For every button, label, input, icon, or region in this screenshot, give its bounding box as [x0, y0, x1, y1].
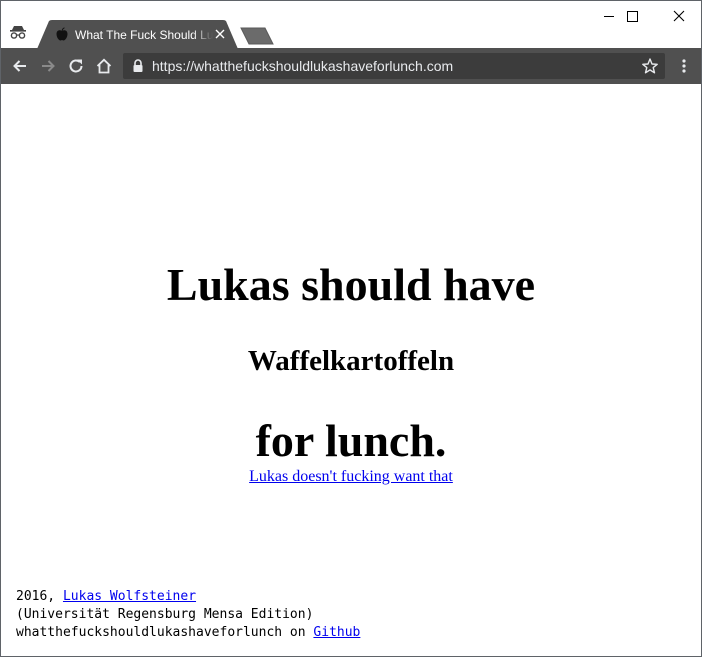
home-icon[interactable] — [95, 57, 113, 75]
maximize-icon[interactable] — [610, 1, 656, 31]
footer-credit: 2016, Lukas Wolfsteiner — [16, 588, 516, 606]
headline-suffix: for lunch. — [255, 415, 447, 466]
footer-edition: (Universität Regensburg Mensa Edition) — [16, 607, 314, 622]
tab-title: What The Fuck Should Lukas Have For Lunc… — [75, 28, 213, 42]
tab-active[interactable]: What The Fuck Should Lukas Have For Lunc… — [37, 20, 238, 49]
github-link[interactable]: Github — [313, 625, 360, 640]
reject-link-wrapper: Lukas doesn't fucking want that — [1, 468, 701, 486]
footer-year: 2016, — [16, 589, 63, 604]
url-text[interactable]: https://whatthefuckshouldlukashaveforlun… — [152, 58, 453, 74]
headline: Lukas should have — [166, 259, 536, 310]
footer: 2016, Lukas Wolfsteiner (Universität Reg… — [16, 588, 516, 642]
lock-icon — [133, 59, 143, 72]
food-name: Waffelkartoffeln — [247, 345, 455, 377]
apple-icon — [56, 27, 68, 41]
tab-strip: What The Fuck Should Lukas Have For Lunc… — [1, 1, 702, 49]
address-bar[interactable]: https://whatthefuckshouldlukashaveforlun… — [123, 53, 665, 79]
forward-icon[interactable] — [39, 57, 57, 75]
page-content: Lukas should have Waffelkartoffeln for l… — [1, 84, 701, 656]
window-close-icon[interactable] — [656, 1, 702, 31]
back-icon[interactable] — [11, 57, 29, 75]
footer-repo: whatthefuckshouldlukashaveforlunch on Gi… — [16, 624, 516, 642]
menu-icon[interactable] — [675, 57, 693, 75]
reject-food-link[interactable]: Lukas doesn't fucking want that — [249, 468, 453, 485]
browser-toolbar: https://whatthefuckshouldlukashaveforlun… — [1, 48, 701, 84]
star-icon[interactable] — [641, 57, 659, 75]
footer-repo-text: whatthefuckshouldlukashaveforlunch on — [16, 625, 314, 640]
close-icon[interactable] — [213, 27, 227, 41]
incognito-icon — [10, 26, 26, 39]
author-link[interactable]: Lukas Wolfsteiner — [63, 589, 196, 604]
new-tab-button[interactable] — [239, 27, 275, 45]
reload-icon[interactable] — [67, 57, 85, 75]
browser-window: What The Fuck Should Lukas Have For Lunc… — [0, 0, 702, 657]
